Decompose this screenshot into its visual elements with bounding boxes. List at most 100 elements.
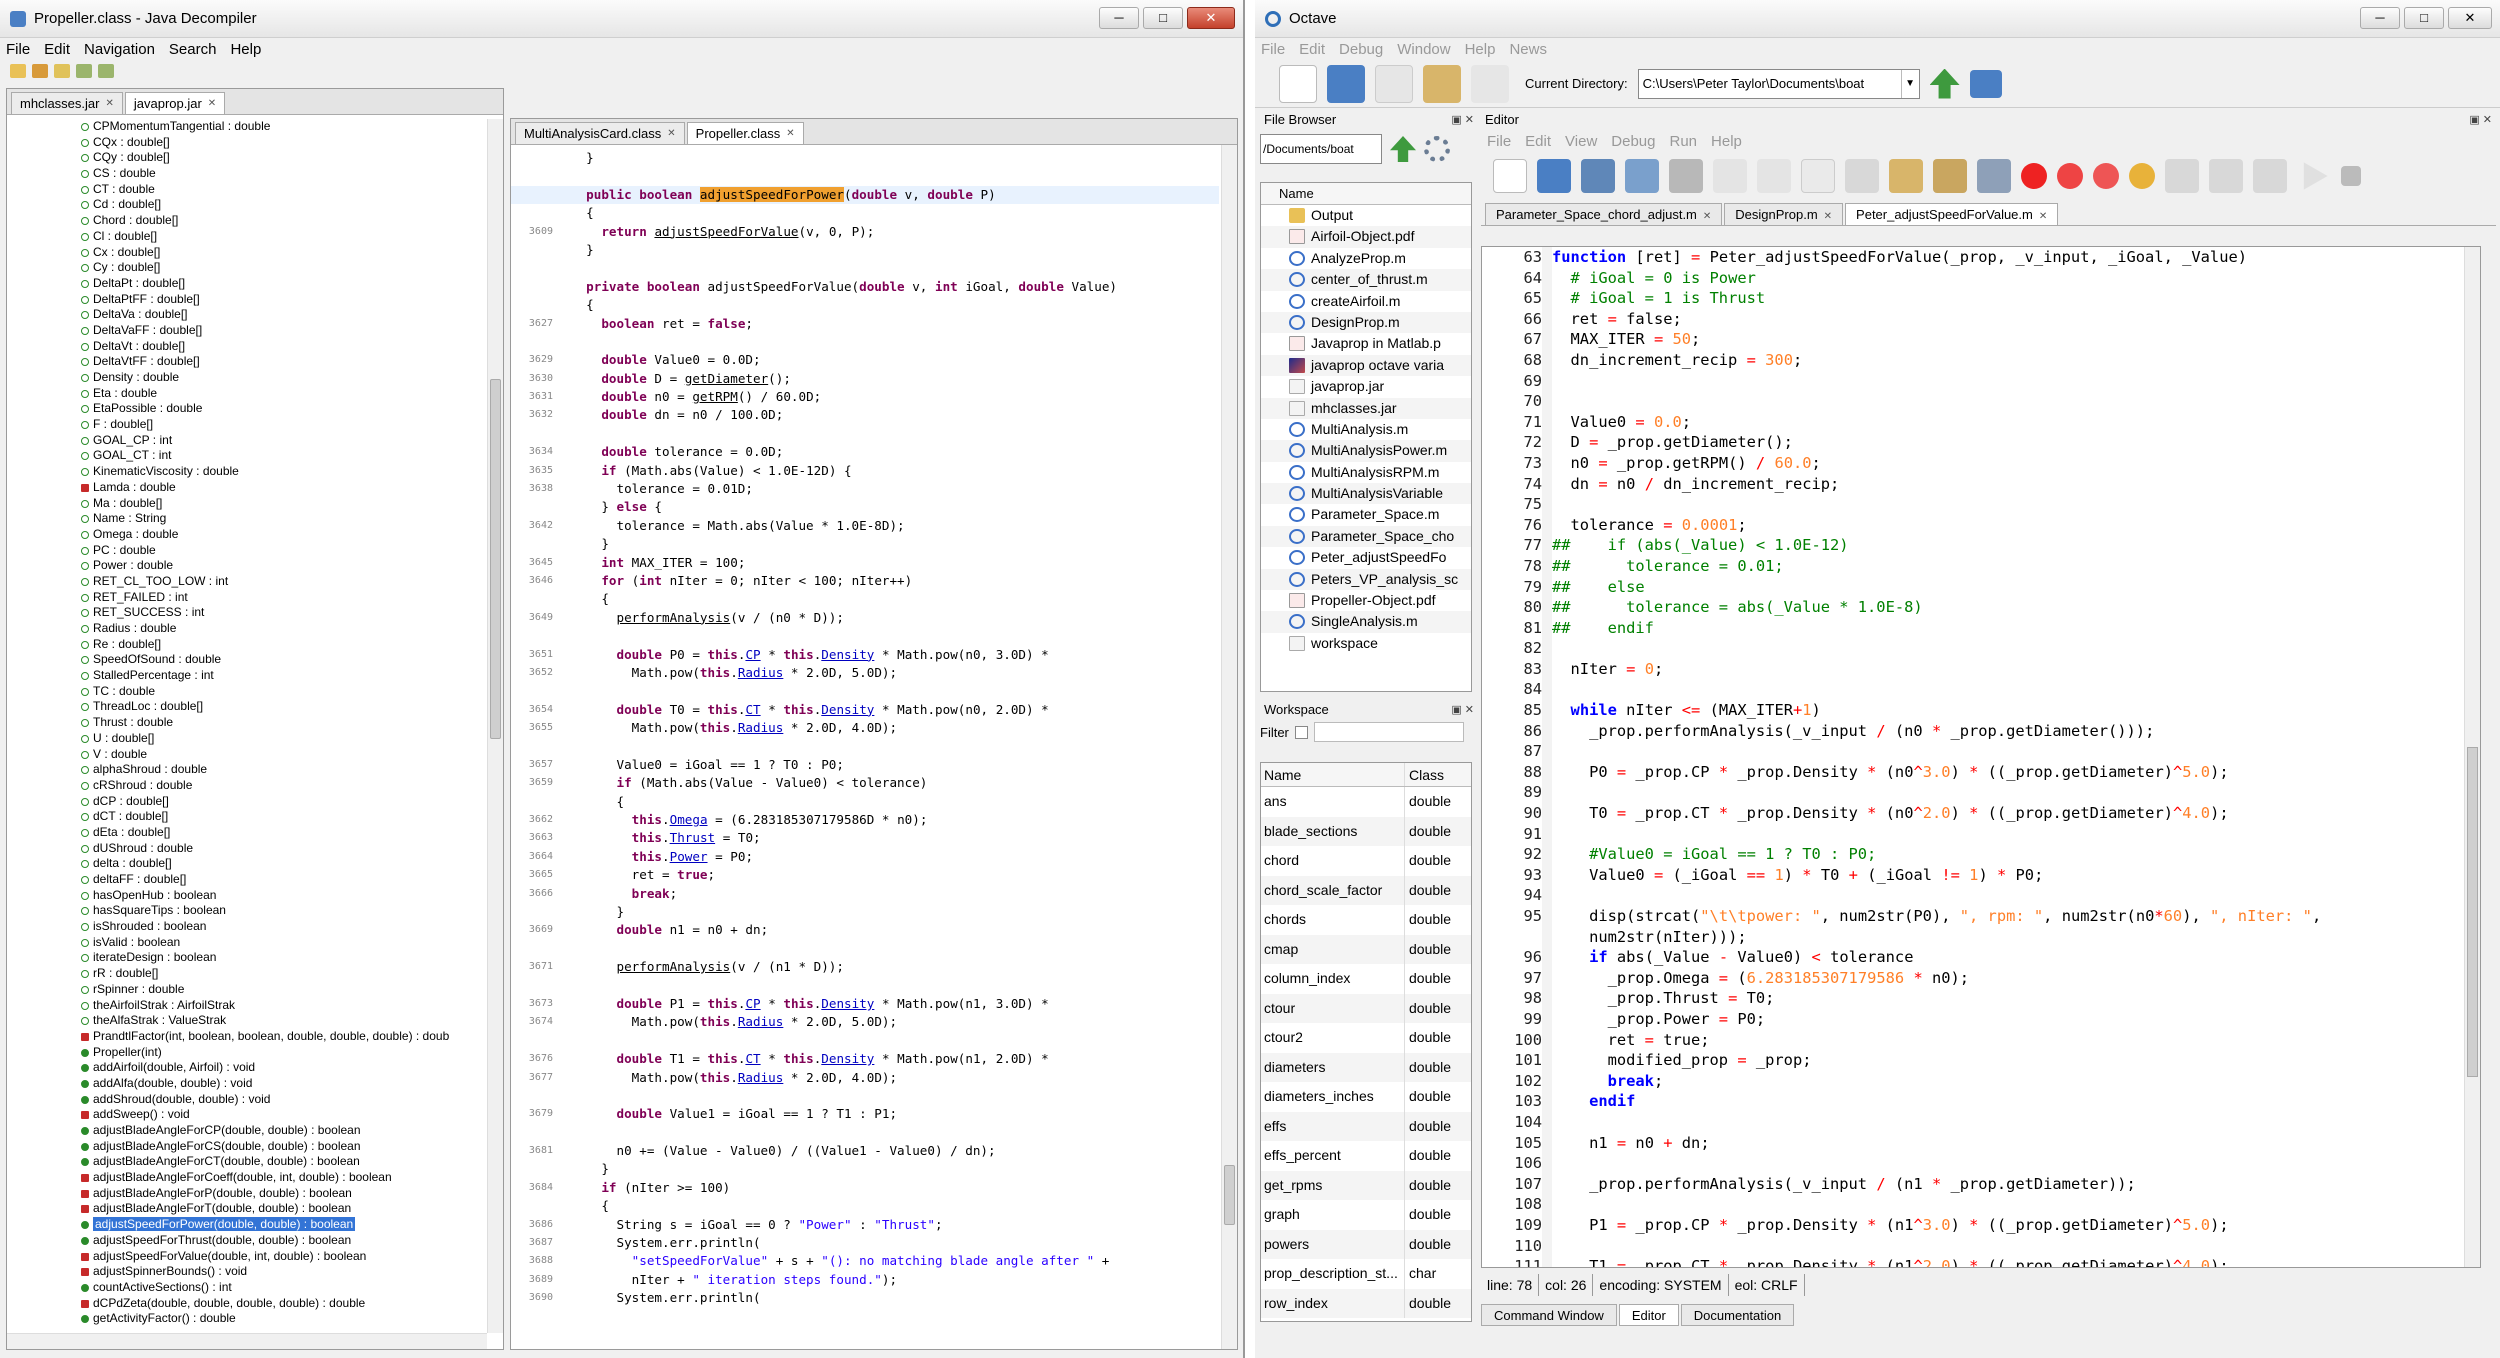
workspace-variable-row[interactable]: column_index double (1261, 964, 1471, 994)
outline-item[interactable]: PrandtlFactor(int, boolean, boolean, dou… (7, 1029, 487, 1045)
parent-directory-icon[interactable] (1929, 68, 1960, 99)
file-item[interactable]: javaprop.jar (1261, 376, 1471, 397)
open-folder-icon[interactable] (1327, 64, 1365, 103)
outline-item[interactable]: addAirfoil(double, Airfoil) : void (7, 1060, 487, 1076)
outline-item[interactable]: rR : double[] (7, 966, 487, 982)
close-icon[interactable]: ✕ (786, 128, 794, 139)
tab-editor[interactable]: Editor (1618, 1304, 1679, 1326)
outline-item[interactable]: Thrust : double (7, 715, 487, 731)
outline-item[interactable]: deltaFF : double[] (7, 872, 487, 888)
find-icon[interactable] (1933, 159, 1967, 193)
menu-search[interactable]: Search (169, 41, 217, 58)
outline-item[interactable]: RET_FAILED : int (7, 590, 487, 606)
outline-item[interactable]: ThreadLoc : double[] (7, 699, 487, 715)
copy-icon[interactable] (1801, 159, 1835, 193)
up-directory-icon[interactable] (1390, 136, 1416, 162)
outline-item[interactable]: adjustSpinnerBounds() : void (7, 1264, 487, 1280)
outline-item[interactable]: SpeedOfSound : double (7, 652, 487, 668)
outline-item[interactable]: addSweep() : void (7, 1107, 487, 1123)
close-icon[interactable]: ✕ (105, 98, 113, 109)
search-icon[interactable] (54, 64, 70, 78)
workspace-variable-row[interactable]: chords double (1261, 905, 1471, 935)
outline-item[interactable]: DeltaPt : double[] (7, 276, 487, 292)
outline-item[interactable]: Cd : double[] (7, 197, 487, 213)
undo-icon[interactable] (1713, 159, 1747, 193)
toggle-breakpoint-icon[interactable] (2021, 163, 2047, 189)
file-item[interactable]: Airfoil-Object.pdf (1261, 226, 1471, 248)
menu-news[interactable]: News (1509, 41, 1547, 58)
outline-item[interactable]: RET_CL_TOO_LOW : int (7, 574, 487, 590)
outline-item[interactable]: addAlfa(double, double) : void (7, 1076, 487, 1092)
workspace-variable-row[interactable]: row_index double (1261, 1288, 1471, 1318)
step-icon[interactable] (2165, 159, 2199, 193)
panel-buttons[interactable]: ▣ ✕ (1451, 700, 1474, 720)
current-directory-input[interactable]: C:\Users\Peter Taylor\Documents\boat ▼ (1637, 68, 1920, 99)
outline-item[interactable]: Cl : double[] (7, 229, 487, 245)
outline-item[interactable]: dCT : double[] (7, 809, 487, 825)
outline-item[interactable]: Chord : double[] (7, 213, 487, 229)
continue-icon[interactable] (2303, 162, 2328, 190)
outline-item[interactable]: hasOpenHub : boolean (7, 888, 487, 904)
close-icon[interactable]: ✕ (2039, 211, 2047, 222)
file-item[interactable]: workspace (1261, 633, 1471, 654)
outline-scrollbar[interactable] (487, 119, 503, 1333)
tab-designprop[interactable]: DesignProp.m ✕ (1724, 203, 1844, 225)
outline-item[interactable]: Power : double (7, 558, 487, 574)
open-file-icon[interactable] (10, 64, 26, 78)
menu-navigation[interactable]: Navigation (84, 41, 155, 58)
file-item[interactable]: Propeller-Object.pdf (1261, 590, 1471, 611)
workspace-variable-row[interactable]: effs double (1261, 1111, 1471, 1141)
outline-item[interactable]: Ma : double[] (7, 496, 487, 512)
outline-item[interactable]: U : double[] (7, 731, 487, 747)
outline-item[interactable]: isShrouded : boolean (7, 919, 487, 935)
outline-item[interactable]: DeltaVtFF : double[] (7, 354, 487, 370)
outline-item[interactable]: cRShroud : double (7, 778, 487, 794)
file-item[interactable]: MultiAnalysisRPM.m (1261, 462, 1471, 483)
column-name[interactable]: Name (1261, 763, 1405, 786)
menu-file[interactable]: File (6, 41, 30, 58)
workspace-variable-row[interactable]: graph double (1261, 1200, 1471, 1230)
outline-item[interactable]: adjustBladeAngleForCP(double, double) : … (7, 1123, 487, 1139)
editor-menu-edit[interactable]: Edit (1525, 133, 1551, 150)
outline-item[interactable]: Cy : double[] (7, 260, 487, 276)
outline-item[interactable]: adjustSpeedForValue(double, int, double)… (7, 1249, 487, 1265)
outline-item[interactable]: Lamda : double (7, 480, 487, 496)
outline-item[interactable]: DeltaVaFF : double[] (7, 323, 487, 339)
file-item[interactable]: Peter_adjustSpeedFo (1261, 547, 1471, 568)
workspace-variable-row[interactable]: ctour2 double (1261, 1023, 1471, 1053)
save-icon[interactable] (1581, 159, 1615, 193)
outline-item[interactable]: delta : double[] (7, 856, 487, 872)
outline-item[interactable]: CQy : double[] (7, 150, 487, 166)
outline-item[interactable]: dEta : double[] (7, 825, 487, 841)
back-arrow-icon[interactable] (76, 64, 92, 78)
close-icon[interactable]: ✕ (1703, 211, 1711, 222)
workspace-variable-row[interactable]: ctour double (1261, 993, 1471, 1023)
code-scrollbar[interactable] (1221, 145, 1237, 1349)
new-file-icon[interactable] (1493, 159, 1527, 193)
outline-item[interactable]: adjustBladeAngleForCoeff(double, int, do… (7, 1170, 487, 1186)
workspace-variable-row[interactable]: chord double (1261, 846, 1471, 876)
tab-javaprop-jar[interactable]: javaprop.jar ✕ (124, 92, 226, 114)
outline-item[interactable]: DeltaVa : double[] (7, 307, 487, 323)
cut-icon[interactable] (1845, 159, 1879, 193)
filter-checkbox[interactable] (1294, 725, 1308, 739)
outline-item[interactable]: V : double (7, 747, 487, 763)
tab-parameter-space-chord-adjust[interactable]: Parameter_Space_chord_adjust.m ✕ (1485, 203, 1723, 225)
file-item[interactable]: Output (1261, 205, 1471, 226)
workspace-variable-row[interactable]: ans double (1261, 787, 1471, 817)
outline-item[interactable]: GOAL_CP : int (7, 433, 487, 449)
workspace-variable-row[interactable]: blade_sections double (1261, 816, 1471, 846)
outline-item[interactable]: dUShroud : double (7, 841, 487, 857)
new-script-icon[interactable] (1279, 64, 1317, 103)
menu-window[interactable]: Window (1397, 41, 1450, 58)
outline-item[interactable]: getActivityFactor() : double (7, 1311, 487, 1327)
outline-item[interactable]: adjustBladeAngleForCT(double, double) : … (7, 1154, 487, 1170)
editor-code-area[interactable]: 63 function [ret] = Peter_adjustSpeedForV… (1481, 246, 2481, 1268)
outline-item[interactable]: hasSquareTips : boolean (7, 903, 487, 919)
editor-scrollbar[interactable] (2464, 247, 2480, 1267)
browse-folder-icon[interactable] (1969, 69, 2002, 98)
file-item[interactable]: SingleAnalysis.m (1261, 611, 1471, 633)
file-item[interactable]: DesignProp.m (1261, 311, 1471, 334)
outline-item[interactable]: iterateDesign : boolean (7, 950, 487, 966)
outline-item[interactable]: Eta : double (7, 386, 487, 402)
